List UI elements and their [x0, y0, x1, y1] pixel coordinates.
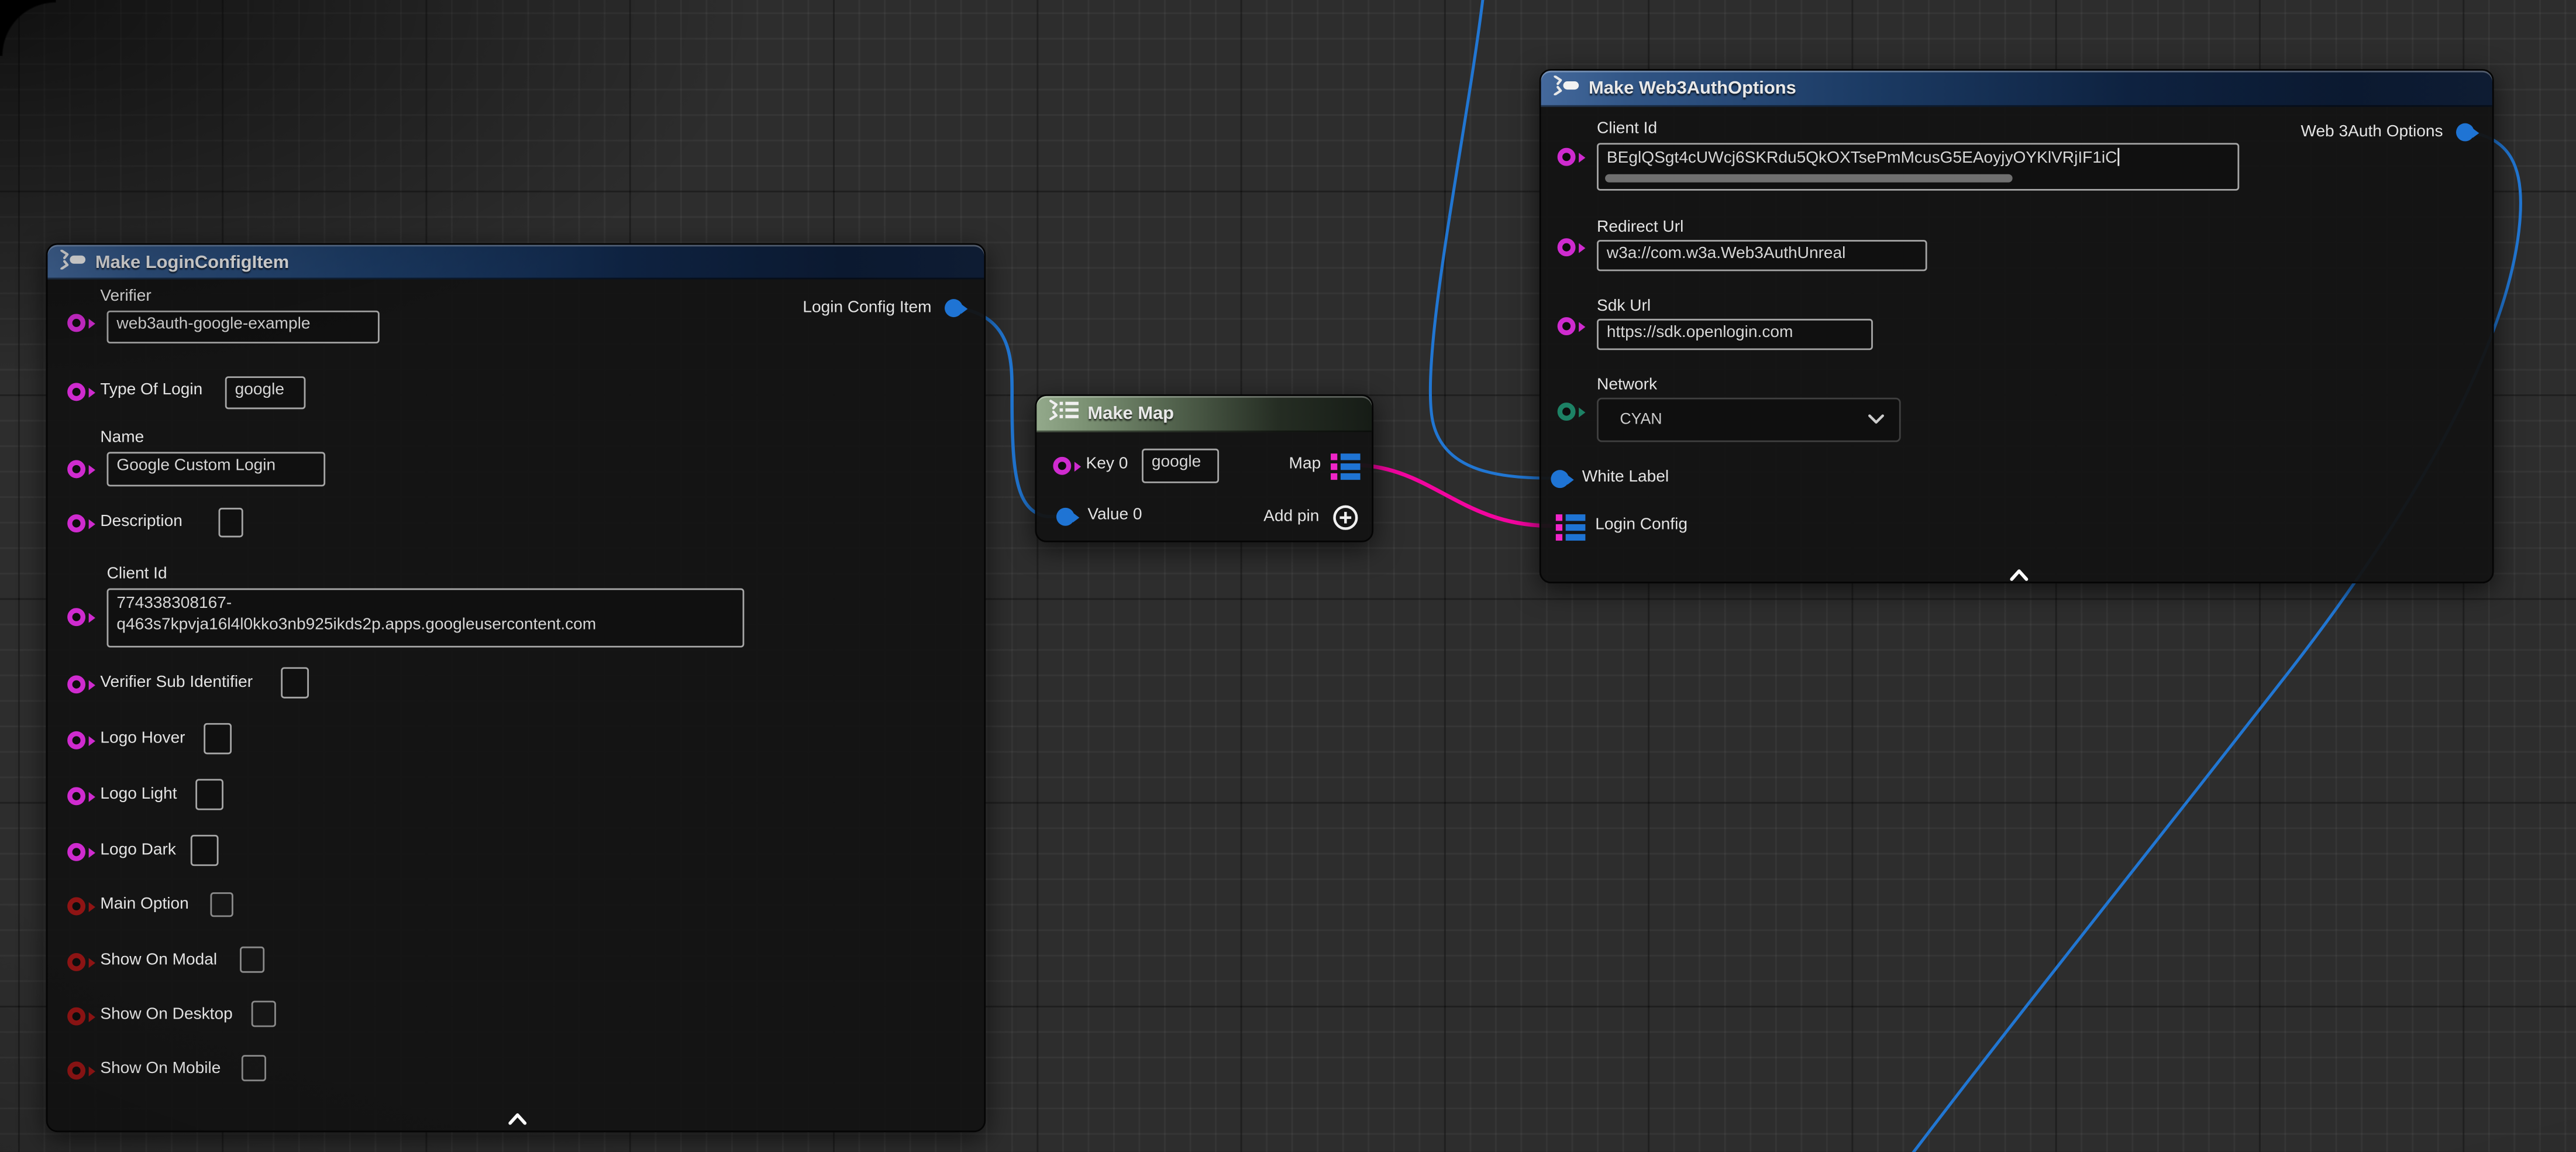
logo-hover-input[interactable]	[204, 723, 232, 754]
pin-logo-light[interactable]	[67, 787, 85, 805]
verifier-input[interactable]: web3auth-google-example	[107, 311, 380, 343]
type-of-login-input[interactable]: google	[225, 376, 306, 409]
description-label: Description	[100, 513, 182, 532]
name-input[interactable]: Google Custom Login	[107, 452, 326, 486]
map-out-label: Map	[1289, 455, 1321, 475]
node-title: Make LoginConfigItem	[95, 252, 289, 272]
node-header-make-web3authoptions[interactable]: Make Web3AuthOptions	[1541, 71, 2492, 107]
show-on-mobile-label: Show On Mobile	[100, 1060, 221, 1080]
pin-web3auth-options-out[interactable]	[2456, 123, 2474, 142]
pin-map-out[interactable]	[1331, 453, 1361, 480]
show-on-modal-label: Show On Modal	[100, 951, 217, 971]
network-selected-value: CYAN	[1620, 411, 1662, 429]
node-title: Make Map	[1087, 404, 1174, 424]
white-label-label: White Label	[1582, 468, 1669, 488]
logo-light-label: Logo Light	[100, 786, 177, 806]
pin-description[interactable]	[67, 514, 85, 532]
output-pin-label: Login Config Item	[803, 299, 931, 319]
client-id-label: Client Id	[107, 565, 167, 585]
type-of-login-label: Type Of Login	[100, 381, 202, 401]
chevron-up-icon[interactable]	[508, 1104, 528, 1134]
wire-map-to-loginconfig	[1359, 465, 1551, 526]
pin-verifier-sub-identifier[interactable]	[67, 675, 85, 693]
pin-sdk-url[interactable]	[1558, 317, 1576, 335]
graph-canvas[interactable]: Make LoginConfigItem Login Config Item V…	[0, 0, 2576, 1152]
pin-show-on-modal[interactable]	[67, 953, 85, 971]
client-id-line1: 774338308167-	[116, 595, 232, 613]
client-id-input[interactable]: BEglQSgt4cUWcj6SKRdu5QkOXTsePmMcusG5EAoy…	[1597, 143, 2239, 190]
verifier-sub-identifier-input[interactable]	[281, 667, 309, 698]
pin-main-option[interactable]	[67, 897, 85, 916]
make-map-icon	[1048, 400, 1079, 429]
pin-redirect-url[interactable]	[1558, 238, 1576, 256]
show-on-desktop-label: Show On Desktop	[100, 1006, 232, 1026]
pin-verifier[interactable]	[67, 314, 85, 332]
redirect-url-input[interactable]: w3a://com.w3a.Web3AuthUnreal	[1597, 240, 1927, 271]
text-cursor	[2117, 148, 2119, 166]
pin-show-on-mobile[interactable]	[67, 1061, 85, 1079]
output-pin-label: Web 3Auth Options	[2301, 123, 2443, 143]
show-on-modal-checkbox[interactable]	[240, 947, 264, 973]
network-dropdown[interactable]: CYAN	[1597, 398, 1901, 442]
logo-dark-input[interactable]	[191, 835, 219, 866]
pin-logo-hover[interactable]	[67, 731, 85, 749]
node-make-web3authoptions[interactable]: Make Web3AuthOptions Web 3Auth Options C…	[1540, 69, 2494, 583]
pin-name[interactable]	[67, 460, 85, 478]
client-id-input[interactable]: 774338308167- q463s7kpvja16l4l0kko3nb925…	[107, 589, 745, 648]
client-id-label: Client Id	[1597, 120, 1657, 140]
network-label: Network	[1597, 376, 1657, 396]
pin-client-id[interactable]	[67, 608, 85, 626]
client-id-hscrollbar[interactable]	[1605, 174, 2013, 183]
key-0-input[interactable]: google	[1142, 449, 1219, 483]
logo-hover-label: Logo Hover	[100, 730, 185, 749]
pin-login-config[interactable]	[1556, 514, 1586, 541]
verifier-sub-identifier-label: Verifier Sub Identifier	[100, 674, 253, 694]
add-pin-icon[interactable]	[1332, 504, 1359, 539]
login-config-label: Login Config	[1595, 516, 1688, 536]
sdk-url-input[interactable]: https://sdk.openlogin.com	[1597, 319, 1873, 350]
chevron-down-icon	[1868, 411, 1884, 429]
pin-white-label[interactable]	[1551, 470, 1569, 488]
pin-value-0[interactable]	[1056, 508, 1075, 526]
show-on-desktop-checkbox[interactable]	[252, 1000, 276, 1027]
name-label: Name	[100, 429, 144, 449]
pin-network[interactable]	[1558, 403, 1576, 421]
canvas-corner	[0, 0, 56, 56]
main-option-label: Main Option	[100, 896, 188, 916]
show-on-mobile-checkbox[interactable]	[242, 1055, 266, 1081]
verifier-label: Verifier	[100, 288, 151, 308]
node-make-map[interactable]: Make Map Key 0 google Map Value 0 Add pi…	[1035, 394, 1373, 542]
node-title: Make Web3AuthOptions	[1589, 79, 1796, 99]
pin-client-id[interactable]	[1558, 148, 1576, 166]
pin-type-of-login[interactable]	[67, 383, 85, 401]
node-make-loginconfigitem[interactable]: Make LoginConfigItem Login Config Item V…	[46, 243, 986, 1133]
sdk-url-label: Sdk Url	[1597, 297, 1651, 317]
key-0-label: Key 0	[1086, 455, 1128, 475]
client-id-line2: q463s7kpvja16l4l0kko3nb925ikds2p.apps.go…	[116, 616, 596, 634]
wire-top-to-whitelabel	[1430, 0, 1551, 478]
client-id-value: BEglQSgt4cUWcj6SKRdu5QkOXTsePmMcusG5EAoy…	[1607, 150, 2117, 168]
logo-light-input[interactable]	[195, 779, 223, 810]
make-struct-icon	[59, 247, 87, 277]
logo-dark-label: Logo Dark	[100, 841, 176, 861]
pin-key-0[interactable]	[1053, 457, 1071, 475]
make-struct-icon	[1552, 74, 1580, 104]
redirect-url-label: Redirect Url	[1597, 219, 1683, 239]
node-header-make-loginconfigitem[interactable]: Make LoginConfigItem	[47, 245, 984, 279]
pin-logo-dark[interactable]	[67, 843, 85, 861]
pin-login-config-item-out[interactable]	[945, 299, 963, 317]
add-pin-label: Add pin	[1263, 508, 1319, 528]
chevron-up-icon[interactable]	[2009, 560, 2029, 590]
node-header-make-map[interactable]: Make Map	[1036, 396, 1372, 432]
pin-show-on-desktop[interactable]	[67, 1007, 85, 1026]
main-option-checkbox[interactable]	[211, 892, 233, 917]
value-0-label: Value 0	[1087, 506, 1142, 526]
description-input[interactable]	[219, 508, 243, 538]
